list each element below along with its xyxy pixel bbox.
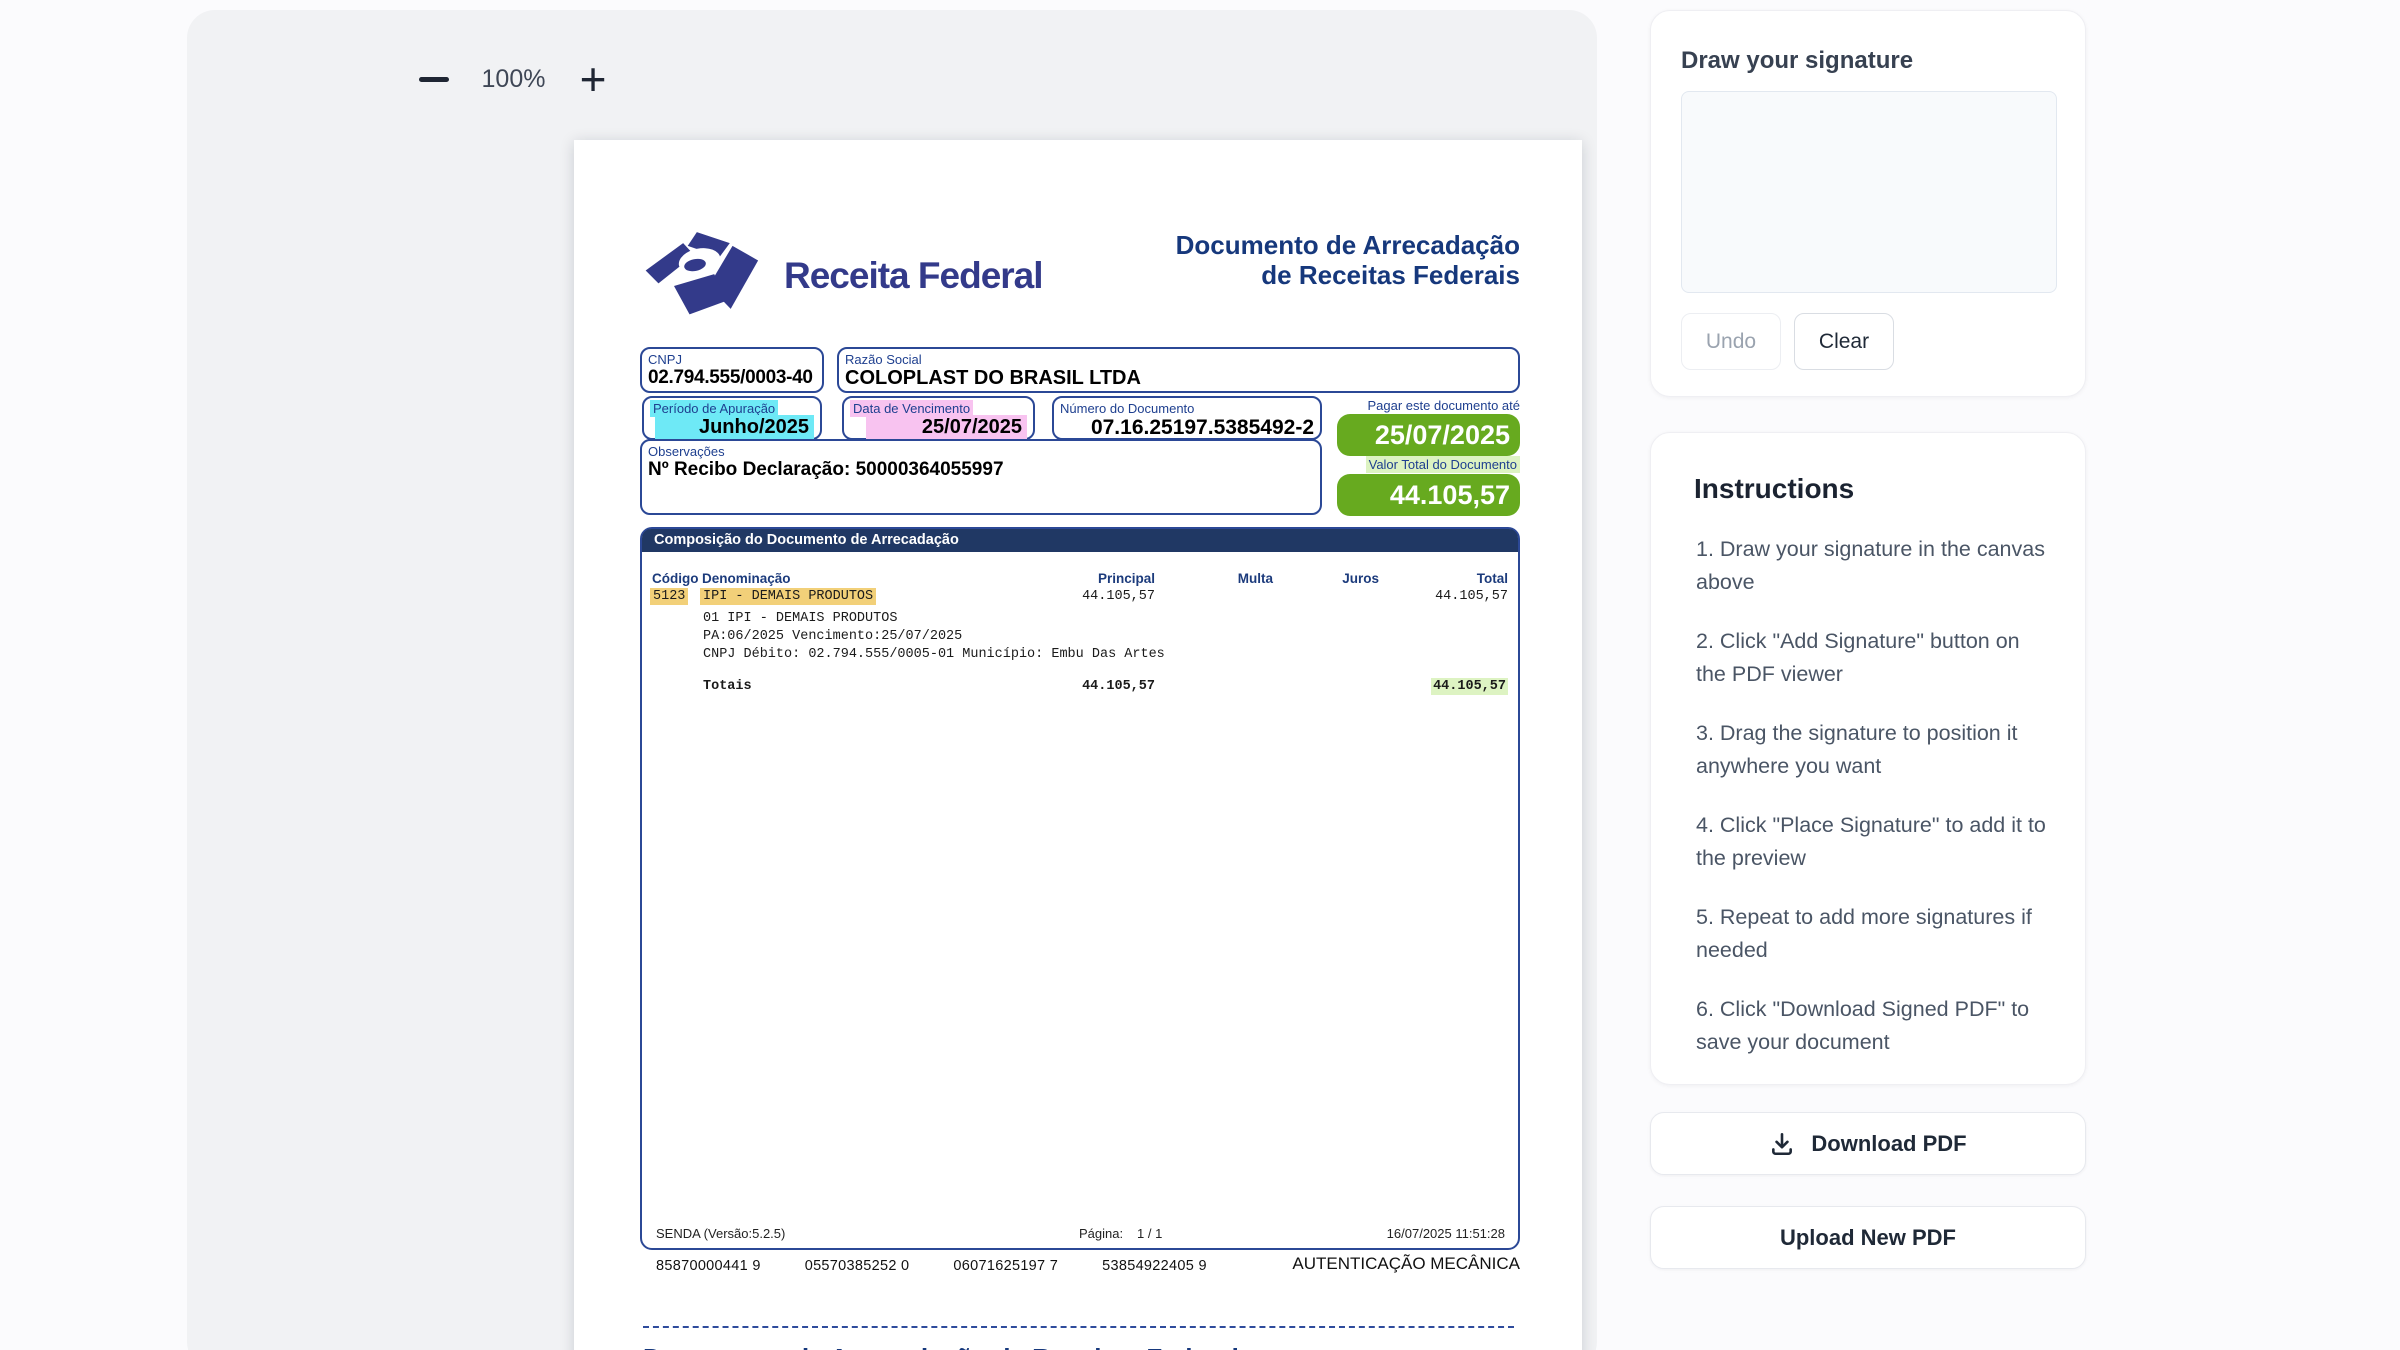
entry-detail: 01 IPI - DEMAIS PRODUTOS bbox=[703, 611, 897, 626]
instruction-step: 1. Draw your signature in the canvas abo… bbox=[1696, 533, 2046, 599]
instructions-panel: Instructions 1. Draw your signature in t… bbox=[1650, 432, 2086, 1085]
field-cnpj: CNPJ 02.794.555/0003-40 bbox=[640, 347, 824, 393]
instructions-title: Instructions bbox=[1694, 473, 1854, 505]
download-pdf-label: Download PDF bbox=[1811, 1131, 1966, 1157]
auth-mecanica-label: AUTENTICAÇÃO MECÂNICA bbox=[1292, 1254, 1520, 1274]
barcode-digits: 85870000441 9 05570385252 0 06071625197 … bbox=[656, 1258, 1207, 1274]
instruction-step: 3. Drag the signature to position it any… bbox=[1696, 717, 2046, 783]
barcode-group: 06071625197 7 bbox=[953, 1258, 1058, 1274]
totals-label: Totais bbox=[703, 679, 752, 694]
field-observacoes-value: Nº Recibo Declaração: 50000364055997 bbox=[648, 459, 1314, 481]
zoom-out-button[interactable] bbox=[412, 57, 456, 101]
signature-panel-title: Draw your signature bbox=[1681, 47, 1913, 75]
clear-button[interactable]: Clear bbox=[1794, 313, 1894, 370]
field-periodo-apuracao-value: Junho/2025 bbox=[655, 415, 814, 439]
composicao-header-bar: Composição do Documento de Arrecadação bbox=[642, 529, 1518, 552]
col-total: Total bbox=[1477, 571, 1508, 586]
upload-new-pdf-label: Upload New PDF bbox=[1780, 1225, 1956, 1251]
pdf-page: Receita Federal Documento de Arrecadação… bbox=[574, 140, 1582, 1350]
entry-detail: CNPJ Débito: 02.794.555/0005-01 Municípi… bbox=[703, 647, 1165, 662]
minus-icon bbox=[419, 77, 449, 82]
totals-total: 44.105,57 bbox=[1431, 678, 1508, 695]
page-value: 1 / 1 bbox=[1137, 1226, 1162, 1241]
undo-button[interactable]: Undo bbox=[1681, 313, 1781, 370]
receita-federal-logo: Receita Federal bbox=[642, 228, 1043, 324]
page-label: Página: bbox=[1079, 1226, 1123, 1241]
signature-canvas[interactable] bbox=[1681, 91, 2057, 293]
field-cnpj-label: CNPJ bbox=[648, 352, 816, 367]
instruction-step: 5. Repeat to add more signatures if need… bbox=[1696, 901, 2046, 967]
plus-icon: + bbox=[580, 59, 607, 99]
field-razao-social: Razão Social COLOPLAST DO BRASIL LTDA bbox=[837, 347, 1520, 393]
field-razao-social-label: Razão Social bbox=[845, 352, 1512, 367]
document-title-line2: de Receitas Federais bbox=[1020, 260, 1520, 290]
entry-codigo: 5123 bbox=[650, 588, 688, 605]
barcode-group: 85870000441 9 bbox=[656, 1258, 761, 1274]
entry-denominacao: IPI - DEMAIS PRODUTOS bbox=[700, 588, 876, 605]
field-valor-total-value: 44.105,57 bbox=[1337, 474, 1520, 516]
field-observacoes: Observações Nº Recibo Declaração: 500003… bbox=[640, 439, 1322, 515]
zoom-in-button[interactable]: + bbox=[571, 57, 615, 101]
field-data-vencimento-value: 25/07/2025 bbox=[866, 415, 1027, 439]
download-icon bbox=[1769, 1131, 1795, 1157]
logo-text: Receita Federal bbox=[784, 255, 1043, 297]
zoom-toolbar: 100% + bbox=[412, 57, 615, 101]
instruction-step: 6. Click "Download Signed PDF" to save y… bbox=[1696, 993, 2046, 1059]
field-valor-total-label: Valor Total do Documento bbox=[1366, 456, 1520, 473]
col-codigo: Código bbox=[652, 571, 699, 586]
col-juros: Juros bbox=[1342, 571, 1379, 586]
composicao-section: Composição do Documento de Arrecadação C… bbox=[640, 527, 1520, 1250]
field-pagar-ate-value: 25/07/2025 bbox=[1337, 414, 1520, 456]
entry-total: 44.105,57 bbox=[1435, 589, 1508, 604]
signature-app: 100% + Receita Federal bbox=[0, 0, 2400, 1350]
instructions-steps: 1. Draw your signature in the canvas abo… bbox=[1696, 533, 2046, 1059]
totals-principal: 44.105,57 bbox=[1082, 679, 1155, 694]
signature-panel: Draw your signature Undo Clear bbox=[1650, 10, 2086, 397]
field-periodo-apuracao: Período de Apuração Junho/2025 bbox=[642, 396, 822, 440]
entry-principal: 44.105,57 bbox=[1082, 589, 1155, 604]
instruction-step: 2. Click "Add Signature" button on the P… bbox=[1696, 625, 2046, 691]
field-data-vencimento: Data de Vencimento 25/07/2025 bbox=[842, 396, 1035, 440]
document-title-line1: Documento de Arrecadação bbox=[1020, 230, 1520, 260]
senda-version: SENDA (Versão:5.2.5) bbox=[656, 1226, 785, 1241]
field-numero-documento-value: 07.16.25197.5385492-2 bbox=[1060, 416, 1314, 440]
field-observacoes-label: Observações bbox=[648, 444, 1314, 459]
upload-new-pdf-button[interactable]: Upload New PDF bbox=[1650, 1206, 2086, 1269]
download-pdf-button[interactable]: Download PDF bbox=[1650, 1112, 2086, 1175]
field-razao-social-value: COLOPLAST DO BRASIL LTDA bbox=[845, 367, 1512, 390]
barcode-group: 05570385252 0 bbox=[805, 1258, 910, 1274]
col-multa: Multa bbox=[1238, 571, 1273, 586]
field-pagar-ate-label: Pagar este documento até bbox=[1270, 398, 1520, 413]
entry-detail: PA:06/2025 Vencimento:25/07/2025 bbox=[703, 629, 962, 644]
col-denominacao: Denominação bbox=[702, 571, 791, 586]
print-timestamp: 16/07/2025 11:51:28 bbox=[1387, 1226, 1505, 1241]
zoom-level: 100% bbox=[456, 65, 571, 94]
instruction-step: 4. Click "Place Signature" to add it to … bbox=[1696, 809, 2046, 875]
field-cnpj-value: 02.794.555/0003-40 bbox=[648, 367, 816, 389]
pdf-viewer-panel: 100% + Receita Federal bbox=[187, 10, 1597, 1350]
cut-line bbox=[643, 1326, 1514, 1328]
col-principal: Principal bbox=[1098, 571, 1155, 586]
barcode-group: 53854922405 9 bbox=[1102, 1258, 1207, 1274]
document-title: Documento de Arrecadação de Receitas Fed… bbox=[1020, 230, 1520, 290]
next-page-title: Documento de Arrecadação de Receitas Fed… bbox=[643, 1343, 1253, 1350]
receita-federal-logo-icon bbox=[642, 228, 770, 324]
